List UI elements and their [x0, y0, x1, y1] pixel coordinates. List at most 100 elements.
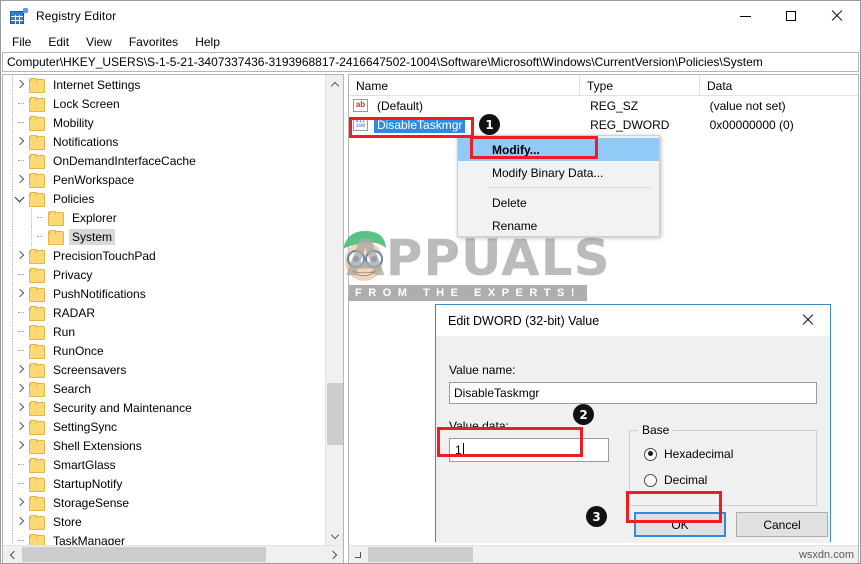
- tree-item-precisiontouchpad[interactable]: PrecisionTouchPad: [3, 246, 325, 265]
- base-radio-group: Base Hexadecimal Decimal: [629, 423, 817, 506]
- tree-vertical-scrollbar[interactable]: [325, 75, 343, 545]
- dialog-close-button[interactable]: [785, 305, 830, 335]
- tree-item-ondemandinterfacecache[interactable]: OnDemandInterfaceCache: [3, 151, 325, 170]
- menu-edit[interactable]: Edit: [40, 33, 77, 51]
- context-menu-item-modify-binary-data[interactable]: Modify Binary Data...: [458, 161, 659, 184]
- value-row[interactable]: ab (Default) REG_SZ (value not set): [349, 96, 858, 115]
- chevron-right-icon[interactable]: [13, 246, 29, 265]
- tree-indent: [3, 531, 13, 545]
- value-data-cell: 0x00000000 (0): [709, 117, 794, 132]
- registry-values-list: ab (Default) REG_SZ (value not set) 011 100 Di…: [349, 96, 858, 134]
- tree-item-startupnotify[interactable]: StartupNotify: [3, 474, 325, 493]
- chevron-right-icon[interactable]: [13, 493, 29, 512]
- chevron-right-icon[interactable]: [13, 512, 29, 531]
- tree-item-run[interactable]: Run: [3, 322, 325, 341]
- tree-item-system[interactable]: System: [3, 227, 325, 246]
- chevron-right-icon[interactable]: [13, 284, 29, 303]
- chevron-right-icon[interactable]: [13, 379, 29, 398]
- tree-item-label: Explorer: [72, 210, 117, 225]
- tree-item-pushnotifications[interactable]: PushNotifications: [3, 284, 325, 303]
- ok-button[interactable]: OK: [634, 512, 726, 537]
- close-button[interactable]: [814, 1, 860, 31]
- tree-indent: [3, 474, 13, 493]
- folder-icon: [48, 230, 64, 245]
- tree-item-taskmanager[interactable]: TaskManager: [3, 531, 325, 545]
- tree-item-storagesense[interactable]: StorageSense: [3, 493, 325, 512]
- tree-item-store[interactable]: Store: [3, 512, 325, 531]
- chevron-right-icon[interactable]: [13, 436, 29, 455]
- tree-item-policies[interactable]: Policies: [3, 189, 325, 208]
- registry-editor-icon: [10, 7, 28, 28]
- menu-help[interactable]: Help: [187, 33, 228, 51]
- list-hscroll-thumb[interactable]: [368, 547, 473, 562]
- value-data-input[interactable]: 1: [449, 438, 609, 462]
- tree-item-settingsync[interactable]: SettingSync: [3, 417, 325, 436]
- tree-item-label: OnDemandInterfaceCache: [53, 153, 196, 168]
- tree-item-lock-screen[interactable]: Lock Screen: [3, 94, 325, 113]
- list-scroll-right-icon[interactable]: [349, 546, 367, 563]
- window-title: Registry Editor: [36, 9, 117, 23]
- chevron-right-icon[interactable]: [13, 75, 29, 94]
- menu-file[interactable]: File: [4, 33, 39, 51]
- context-menu-item-delete[interactable]: Delete: [458, 191, 659, 214]
- minimize-button[interactable]: [722, 1, 768, 31]
- radio-decimal[interactable]: Decimal: [644, 473, 707, 487]
- tree-indent: [3, 132, 13, 151]
- tree-item-mobility[interactable]: Mobility: [3, 113, 325, 132]
- tree-item-penworkspace[interactable]: PenWorkspace: [3, 170, 325, 189]
- tree-item-shell-extensions[interactable]: Shell Extensions: [3, 436, 325, 455]
- value-name-input[interactable]: DisableTaskmgr: [449, 382, 817, 404]
- tree-item-runonce[interactable]: RunOnce: [3, 341, 325, 360]
- column-header-name[interactable]: Name: [349, 75, 580, 96]
- registry-tree: Internet Settings Lock Screen Mobility Noti…: [3, 75, 325, 545]
- chevron-right-icon[interactable]: [13, 417, 29, 436]
- tree-leaf-marker: [13, 322, 29, 341]
- column-header-data[interactable]: Data: [700, 75, 856, 96]
- chevron-right-icon[interactable]: [13, 360, 29, 379]
- chevron-right-icon[interactable]: [13, 398, 29, 417]
- tree-item-label: TaskManager: [53, 533, 126, 546]
- tree-scroll-thumb[interactable]: [327, 383, 343, 445]
- tree-item-radar[interactable]: RADAR: [3, 303, 325, 322]
- radio-decimal-label: Decimal: [664, 473, 708, 487]
- tree-horizontal-scrollbar[interactable]: [3, 545, 343, 563]
- tree-item-privacy[interactable]: Privacy: [3, 265, 325, 284]
- radio-hexadecimal[interactable]: Hexadecimal: [644, 447, 733, 461]
- tree-item-security-and-maintenance[interactable]: Security and Maintenance: [3, 398, 325, 417]
- dialog-body: Value name: DisableTaskmgr Value data: 1…: [436, 336, 830, 543]
- value-name-text: DisableTaskmgr: [374, 116, 466, 133]
- cancel-button[interactable]: Cancel: [736, 512, 828, 537]
- tree-item-internet-settings[interactable]: Internet Settings: [3, 75, 325, 94]
- scroll-up-icon[interactable]: [326, 75, 343, 93]
- tree-item-label: Policies: [53, 191, 95, 206]
- folder-icon: [29, 534, 45, 545]
- tree-indent: [3, 322, 13, 341]
- tree-indent: [3, 75, 13, 94]
- context-menu-item-modify[interactable]: Modify...: [458, 138, 659, 161]
- context-menu-item-rename[interactable]: Rename: [458, 214, 659, 237]
- maximize-button[interactable]: [768, 1, 814, 31]
- scroll-left-icon[interactable]: [3, 546, 21, 563]
- tree-indent: [3, 170, 13, 189]
- chevron-right-icon[interactable]: [13, 132, 29, 151]
- value-name-text: (Default): [377, 98, 424, 113]
- tree-leaf-marker: [13, 341, 29, 360]
- value-data-label: Value data:: [449, 419, 509, 433]
- scroll-right-icon[interactable]: [325, 546, 343, 563]
- address-bar[interactable]: Computer\HKEY_USERS\S-1-5-21-3407337436-…: [2, 52, 859, 72]
- tree-item-screensavers[interactable]: Screensavers: [3, 360, 325, 379]
- value-row[interactable]: 011 100 DisableTaskmgr REG_DWORD 0x00000000 …: [349, 115, 858, 134]
- chevron-right-icon[interactable]: [13, 170, 29, 189]
- menu-favorites[interactable]: Favorites: [121, 33, 186, 51]
- tree-item-search[interactable]: Search: [3, 379, 325, 398]
- tree-item-smartglass[interactable]: SmartGlass: [3, 455, 325, 474]
- tree-item-notifications[interactable]: Notifications: [3, 132, 325, 151]
- chevron-down-icon[interactable]: [13, 189, 29, 208]
- column-header-type[interactable]: Type: [580, 75, 700, 96]
- text-caret: [462, 443, 464, 456]
- menu-view[interactable]: View: [78, 33, 120, 51]
- tree-item-explorer[interactable]: Explorer: [3, 208, 325, 227]
- list-horizontal-scrollbar[interactable]: [349, 545, 858, 563]
- scroll-down-icon[interactable]: [326, 527, 343, 545]
- tree-hscroll-thumb[interactable]: [22, 547, 266, 562]
